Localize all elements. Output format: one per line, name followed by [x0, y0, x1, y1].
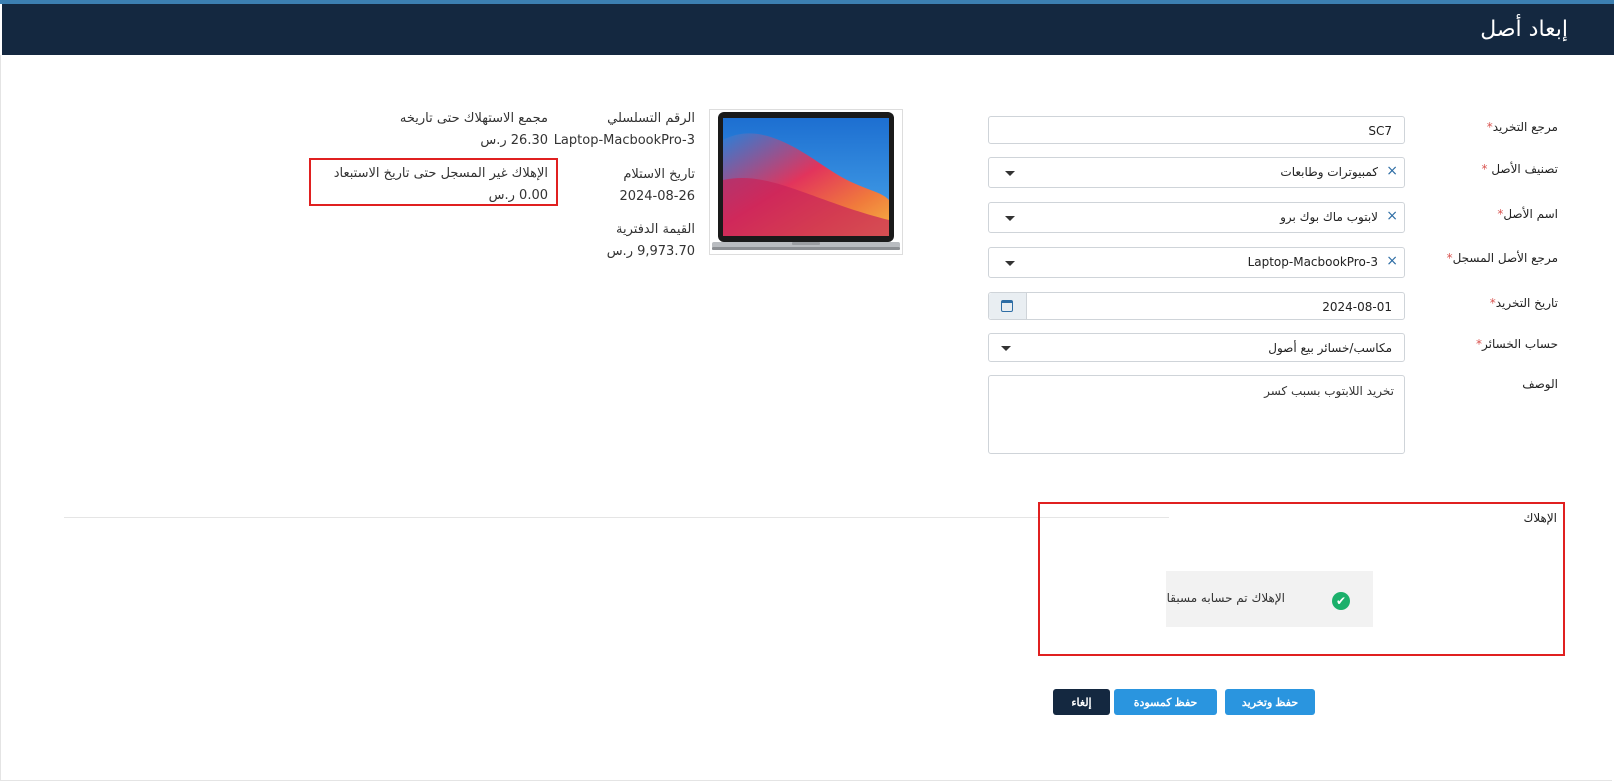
asset-ref-select[interactable]: × Laptop-MacbookPro-3 [988, 247, 1405, 278]
reference-label: مرجع التخريد* [1486, 120, 1558, 134]
date-label: تاريخ التخريد* [1489, 296, 1558, 310]
page-title: إبعاد أصل [1480, 17, 1568, 42]
reference-input[interactable]: SC7 [988, 116, 1405, 144]
clear-icon[interactable]: × [1386, 208, 1398, 224]
chevron-down-icon[interactable] [1001, 346, 1011, 351]
calendar-icon [1001, 300, 1013, 312]
book-value-value: 9,973.70 ر.س [606, 244, 695, 259]
chevron-down-icon[interactable] [1005, 171, 1015, 176]
asset-name-label: اسم الأصل* [1497, 207, 1558, 221]
clear-icon[interactable]: × [1386, 253, 1398, 269]
clear-icon[interactable]: × [1386, 163, 1398, 179]
date-picker-button[interactable] [989, 293, 1027, 319]
description-label: الوصف [1522, 377, 1558, 391]
laptop-illustration [712, 112, 900, 250]
date-input[interactable]: 2024-08-01 [988, 292, 1405, 320]
chevron-down-icon[interactable] [1005, 216, 1015, 221]
serial-value: Laptop-MacbookPro-3 [553, 133, 695, 148]
loss-account-select[interactable]: مكاسب/خسائر بيع أصول [988, 333, 1405, 362]
received-date-label: تاريخ الاستلام [623, 167, 695, 182]
received-date-value: 2024-08-26 [619, 189, 695, 204]
save-draft-button[interactable]: حفظ كمسودة [1114, 689, 1217, 715]
page-header: إبعاد أصل [2, 4, 1614, 55]
accumulated-depreciation-value: 26.30 ر.س [480, 133, 548, 148]
serial-label: الرقم التسلسلي [607, 111, 695, 126]
highlight-box-depreciation [1038, 502, 1565, 656]
cancel-button[interactable]: إلغاء [1053, 689, 1110, 715]
asset-ref-label: مرجع الأصل المسجل* [1446, 251, 1558, 265]
accumulated-depreciation-label: مجمع الاستهلاك حتى تاريخه [399, 111, 548, 126]
asset-name-select[interactable]: × لابتوب ماك بوك برو [988, 202, 1405, 233]
category-label: تصنيف الأصل * [1481, 162, 1558, 176]
asset-image [709, 109, 903, 255]
highlight-box-unrecorded [309, 158, 558, 206]
description-textarea[interactable]: تخريد اللابتوب بسبب كسر [988, 375, 1405, 454]
save-and-scrap-button[interactable]: حفظ وتخريد [1225, 689, 1315, 715]
section-divider [64, 517, 1169, 518]
chevron-down-icon[interactable] [1005, 261, 1015, 266]
category-select[interactable]: × كمبيوترات وطابعات [988, 157, 1405, 188]
book-value-label: القيمة الدفترية [616, 222, 695, 237]
loss-account-label: حساب الخسائر* [1476, 337, 1558, 351]
